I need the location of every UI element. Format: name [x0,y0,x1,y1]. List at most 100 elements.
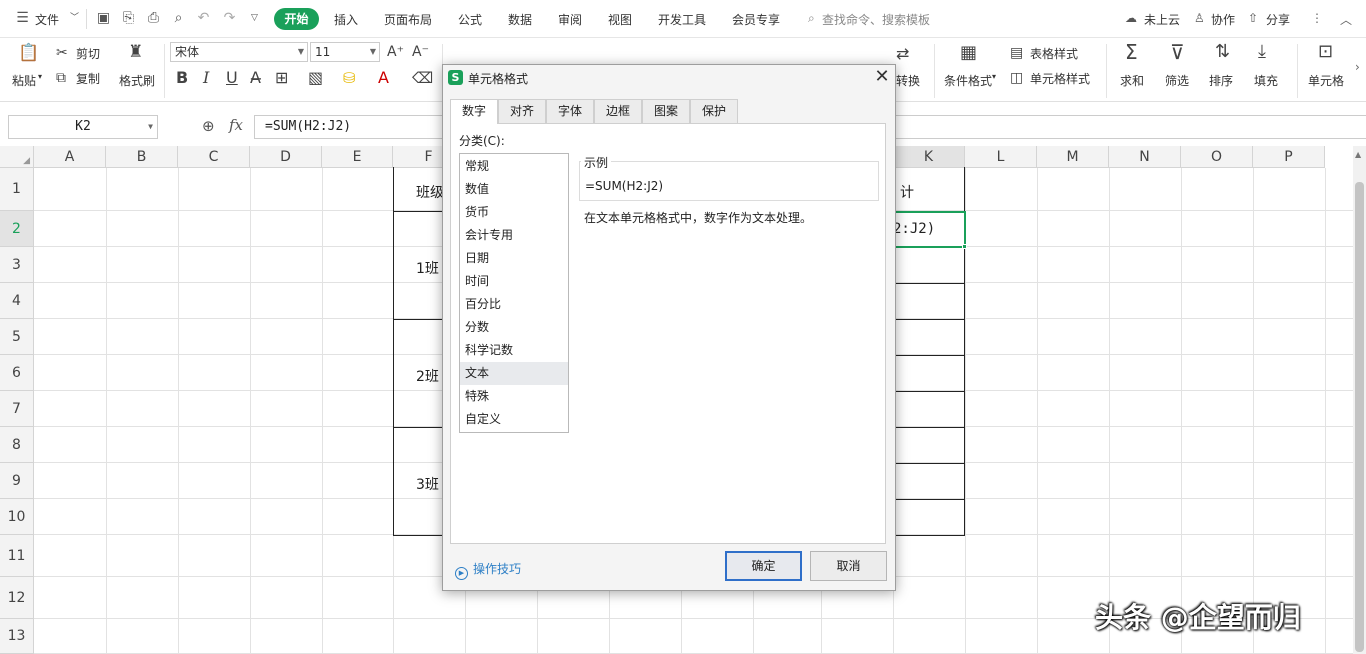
collapse-ribbon-icon[interactable]: ︿ [1340,11,1352,28]
italic-icon[interactable]: I [203,68,209,88]
convert-button[interactable]: 转换 [896,72,920,89]
tab-start[interactable]: 开始 [274,8,319,30]
decrease-font-icon[interactable]: A⁻ [412,42,429,62]
tab-review[interactable]: 审阅 [558,11,582,28]
paste-icon[interactable]: 📋 [18,43,39,63]
share-button[interactable]: 分享 [1266,11,1290,28]
column-header-p[interactable]: P [1253,146,1325,168]
category-item[interactable]: 会计专用 [460,224,568,247]
row-header-4[interactable]: 4 [0,283,34,319]
command-search[interactable]: 查找命令、搜索模板 [822,11,930,28]
sum-button[interactable]: 求和 [1120,72,1144,89]
row-header-12[interactable]: 12 [0,577,34,619]
column-header-d[interactable]: D [250,146,322,168]
ribbon-scroll-right-icon[interactable]: › [1355,60,1360,74]
cloud-status[interactable]: 未上云 [1144,11,1180,28]
fill-handle[interactable] [962,244,967,249]
row-header-5[interactable]: 5 [0,319,34,355]
tab-formulas[interactable]: 公式 [458,11,482,28]
category-item[interactable]: 自定义 [460,408,568,431]
column-header-b[interactable]: B [106,146,178,168]
row-header-7[interactable]: 7 [0,391,34,427]
tab-font[interactable]: 字体 [546,99,594,123]
vertical-scrollbar[interactable]: ▲ [1353,146,1366,654]
zoom-icon[interactable]: ⊕ [202,117,215,135]
column-header-a[interactable]: A [34,146,106,168]
tab-view[interactable]: 视图 [608,11,632,28]
category-item[interactable]: 数值 [460,178,568,201]
row-header-13[interactable]: 13 [0,619,34,654]
category-item[interactable]: 时间 [460,270,568,293]
print-icon[interactable]: ⎙ [145,10,162,27]
category-item[interactable]: 常规 [460,155,568,178]
cell-class-1[interactable]: 1班 [416,258,439,278]
font-size-select[interactable]: 11 ▼ [310,42,380,62]
category-item[interactable]: 货币 [460,201,568,224]
category-item[interactable]: 特殊 [460,385,568,408]
row-header-10[interactable]: 10 [0,499,34,535]
underline-icon[interactable]: U [226,68,238,88]
row-header-2[interactable]: 2 [0,211,34,247]
row-header-6[interactable]: 6 [0,355,34,391]
category-list[interactable]: 常规 数值 货币 会计专用 日期 时间 百分比 分数 科学记数 文本 特殊 自定义 [459,153,569,433]
column-header-l[interactable]: L [965,146,1037,168]
column-header-n[interactable]: N [1109,146,1181,168]
hamburger-menu-icon[interactable]: ☰ [14,10,31,27]
cell-button[interactable]: 单元格 [1308,72,1344,89]
conditional-format-button[interactable]: 条件格式 [944,72,992,89]
collab-button[interactable]: 协作 [1211,11,1235,28]
more-icon[interactable]: ⋮ [1311,11,1323,25]
cell-class-2[interactable]: 2班 [416,366,439,386]
cell-class-3[interactable]: 3班 [416,474,439,494]
copy-button[interactable]: 复制 [76,70,100,87]
fill-color-icon[interactable]: ⛁ [343,68,356,88]
scroll-up-icon[interactable]: ▲ [1355,150,1361,159]
cell-f1[interactable]: 班级 [416,182,444,202]
fx-icon[interactable]: fx [229,116,243,134]
convert-icon[interactable]: ⇄ [896,44,909,64]
chevron-down-icon[interactable]: ﹀ [66,10,83,27]
tab-developer[interactable]: 开发工具 [658,11,706,28]
table-style-button[interactable]: 表格样式 [1030,45,1078,62]
column-header-c[interactable]: C [178,146,250,168]
tab-member[interactable]: 会员专享 [732,11,780,28]
column-header-m[interactable]: M [1037,146,1109,168]
bold-icon[interactable]: B [176,68,188,88]
increase-font-icon[interactable]: A⁺ [387,42,404,62]
export-pdf-icon[interactable]: ⎘ [120,10,137,27]
row-header-9[interactable]: 9 [0,463,34,499]
tab-border[interactable]: 边框 [594,99,642,123]
name-box[interactable]: K2 ▼ [8,115,158,139]
quick-access-dropdown-icon[interactable]: ▽ [246,10,263,27]
close-icon[interactable]: ✕ [872,67,892,87]
cell-k1[interactable]: 计 [900,182,914,202]
tips-link[interactable]: ▶ 操作技巧 [455,560,521,580]
tab-insert[interactable]: 插入 [334,11,358,28]
sort-button[interactable]: 排序 [1209,72,1233,89]
redo-icon[interactable]: ↷ [221,10,238,27]
print-preview-icon[interactable]: ⌕ [170,10,187,27]
category-item[interactable]: 文本 [460,362,568,385]
paste-dropdown-icon[interactable]: ▾ [38,72,42,81]
dialog-title-bar[interactable]: S 单元格格式 ✕ [443,65,895,91]
clear-format-icon[interactable]: ⌫ [412,68,433,88]
tab-data[interactable]: 数据 [508,11,532,28]
row-header-3[interactable]: 3 [0,247,34,283]
category-item[interactable]: 分数 [460,316,568,339]
row-header-11[interactable]: 11 [0,535,34,577]
fill-pattern-icon[interactable]: ▧ [308,68,323,88]
category-item[interactable]: 百分比 [460,293,568,316]
filter-button[interactable]: 筛选 [1165,72,1189,89]
category-item[interactable]: 科学记数 [460,339,568,362]
category-item[interactable]: 日期 [460,247,568,270]
tab-page-layout[interactable]: 页面布局 [384,11,432,28]
active-cell-k2[interactable]: 2:J2) [893,211,966,248]
row-header-8[interactable]: 8 [0,427,34,463]
tab-alignment[interactable]: 对齐 [498,99,546,123]
select-all-corner[interactable]: ◢ [0,146,34,168]
column-header-o[interactable]: O [1181,146,1253,168]
format-painter-button[interactable]: 格式刷 [119,72,155,89]
strikethrough-icon[interactable]: A̶ [250,68,261,88]
row-header-1[interactable]: 1 [0,168,34,211]
paste-button[interactable]: 粘贴 [12,72,36,89]
